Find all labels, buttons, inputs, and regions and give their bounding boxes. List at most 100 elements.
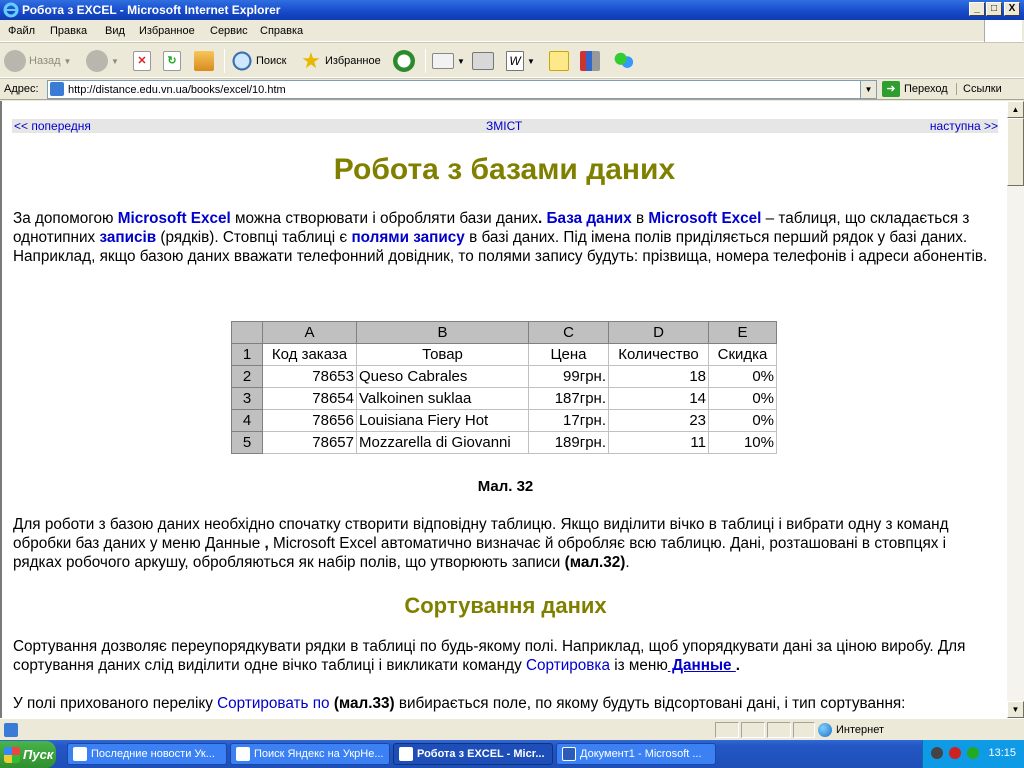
mail-button[interactable]: ▼ xyxy=(432,49,465,73)
keyword: записів xyxy=(99,229,157,246)
home-button[interactable] xyxy=(194,49,214,73)
figure-caption: Мал. 32 xyxy=(477,478,534,495)
column-header-row: A B C D E xyxy=(231,321,777,344)
refresh-icon: ↻ xyxy=(163,51,181,71)
cell: 78653 xyxy=(262,365,357,388)
col-header: C xyxy=(528,321,609,344)
favorites-label: Избранное xyxy=(325,55,381,67)
cell: Mozzarella di Giovanni xyxy=(356,431,529,454)
stop-icon: ✕ xyxy=(133,51,151,71)
forward-button[interactable]: ▼ xyxy=(86,49,119,73)
cell: 189грн. xyxy=(528,431,609,454)
menu-help[interactable]: Справка xyxy=(260,25,303,37)
go-arrow-icon: ➜ xyxy=(882,81,900,97)
scroll-up-button[interactable]: ▲ xyxy=(1007,101,1024,118)
edit-button[interactable]: W ▼ xyxy=(506,49,535,73)
text: із меню xyxy=(609,657,668,674)
research-button[interactable] xyxy=(580,49,600,73)
cell: 14 xyxy=(608,387,709,410)
menu-tools[interactable]: Сервис xyxy=(210,25,248,37)
address-url[interactable]: http://distance.edu.vn.ua/books/excel/10… xyxy=(68,84,286,96)
cell: 0% xyxy=(708,409,777,432)
corner-cell xyxy=(231,321,263,344)
table-row: 4 78656 Louisiana Fiery Hot 17грн. 23 0% xyxy=(231,409,777,432)
page-status-icon xyxy=(4,723,18,737)
favorites-button[interactable]: ★ Избранное xyxy=(300,49,381,73)
sort-by-link[interactable]: Сортировать по xyxy=(217,695,329,712)
cell: 23 xyxy=(608,409,709,432)
tray-icon[interactable] xyxy=(931,747,943,759)
data-menu-link[interactable]: Данные xyxy=(668,657,736,674)
keyword: Microsoft Excel xyxy=(648,210,762,227)
history-icon xyxy=(393,50,415,72)
taskbar-item-news[interactable]: Последние новости Ук... xyxy=(67,743,227,765)
text: . xyxy=(538,210,547,227)
back-button[interactable]: Назад ▼ xyxy=(4,49,71,73)
chevron-down-icon[interactable]: ▼ xyxy=(860,81,876,98)
go-button[interactable]: ➜ Переход xyxy=(882,81,948,97)
section-title: Сортування даних xyxy=(404,593,607,618)
discuss-button[interactable] xyxy=(549,49,569,73)
cell: 78656 xyxy=(262,409,357,432)
start-button[interactable]: Пуск xyxy=(0,741,56,768)
maximize-button[interactable]: □ xyxy=(986,2,1002,16)
messenger-icon xyxy=(613,50,635,72)
chevron-down-icon: ▼ xyxy=(63,56,72,66)
menu-edit[interactable]: Правка xyxy=(50,25,87,37)
close-button[interactable]: X xyxy=(1004,2,1020,16)
taskbar-item-excel-page[interactable]: Робота з EXCEL - Micr... xyxy=(393,743,553,765)
menu-bar: Файл Правка Вид Избранное Сервис Справка xyxy=(0,20,1024,42)
tray-icon[interactable] xyxy=(967,747,979,759)
refresh-button[interactable]: ↻ xyxy=(163,49,181,73)
cell: 11 xyxy=(608,431,709,454)
scroll-thumb[interactable] xyxy=(1007,118,1024,186)
links-button[interactable]: Ссылки xyxy=(956,83,1002,95)
taskbar-item-yandex[interactable]: Поиск Яндекс на УкрНе... xyxy=(230,743,390,765)
keyword: База даних xyxy=(546,210,632,227)
clock[interactable]: 13:15 xyxy=(988,747,1016,759)
internet-explorer-icon xyxy=(73,747,87,761)
status-pane xyxy=(741,722,765,738)
excel-figure-table: A B C D E 1 Код заказа Товар Цена Количе… xyxy=(231,321,777,454)
word-icon xyxy=(562,747,576,761)
next-link[interactable]: наступна >> xyxy=(930,119,998,133)
cell: Queso Cabrales xyxy=(356,365,529,388)
search-button[interactable]: Поиск xyxy=(231,49,286,73)
tray-icon[interactable] xyxy=(949,747,961,759)
text: За допомогою xyxy=(13,210,118,227)
window-title: Робота з EXCEL - Microsoft Internet Expl… xyxy=(22,3,281,17)
menu-favorites[interactable]: Избранное xyxy=(139,25,195,37)
page-nav: << попередня ЗМІСТ наступна >> xyxy=(12,119,998,133)
text: (рядків). Стовпці таблиці є xyxy=(156,229,352,246)
menu-file[interactable]: Файл xyxy=(8,25,35,37)
sort-command-link[interactable]: Сортировка xyxy=(526,657,610,674)
windows-flag-icon xyxy=(4,746,20,763)
taskbar-item-word[interactable]: Документ1 - Microsoft ... xyxy=(556,743,716,765)
scroll-down-button[interactable]: ▼ xyxy=(1007,701,1024,718)
home-icon xyxy=(194,51,214,71)
messenger-button[interactable] xyxy=(613,49,635,73)
cell: Цена xyxy=(528,343,609,366)
vertical-scrollbar[interactable]: ▲ ▼ xyxy=(1007,101,1024,718)
stop-button[interactable]: ✕ xyxy=(133,49,151,73)
table-row: 1 Код заказа Товар Цена Количество Скидк… xyxy=(231,343,777,366)
toc-link[interactable]: ЗМІСТ xyxy=(486,119,522,133)
paragraph-4: У полі прихованого переліку Сортировать … xyxy=(13,694,999,713)
search-icon xyxy=(231,50,253,72)
cell: Скидка xyxy=(708,343,777,366)
address-input[interactable]: http://distance.edu.vn.ua/books/excel/10… xyxy=(47,80,877,99)
keyword: Microsoft Excel xyxy=(117,210,231,227)
paragraph-3: Сортування дозволяє переупорядкувати ряд… xyxy=(13,637,999,675)
menu-view[interactable]: Вид xyxy=(105,25,125,37)
minimize-button[interactable]: _ xyxy=(969,2,985,16)
back-arrow-icon xyxy=(4,50,26,72)
task-label: Последние новости Ук... xyxy=(91,748,215,760)
text: в xyxy=(631,210,649,227)
row-number: 1 xyxy=(231,343,263,366)
print-button[interactable] xyxy=(472,49,494,73)
cell: Код заказа xyxy=(262,343,357,366)
cell: Valkoinen suklaa xyxy=(356,387,529,410)
cell: Количество xyxy=(608,343,709,366)
history-button[interactable] xyxy=(393,49,415,73)
prev-link[interactable]: << попередня xyxy=(14,119,91,133)
